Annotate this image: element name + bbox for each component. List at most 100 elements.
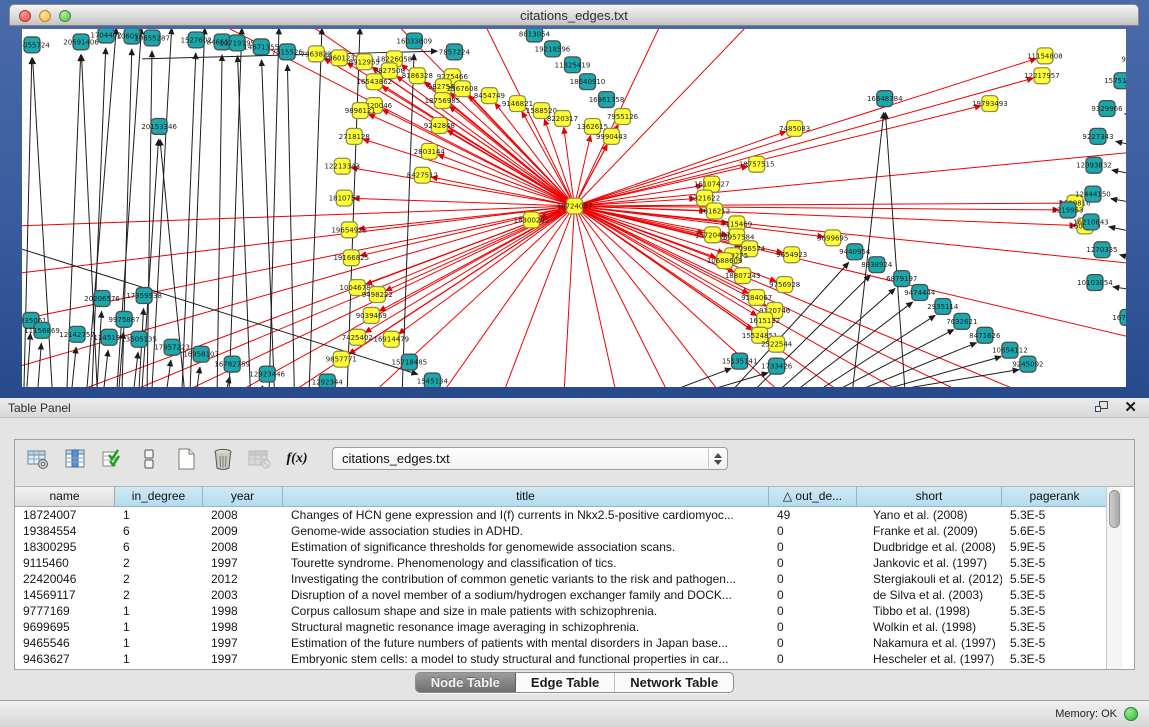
svg-text:9329966: 9329966 [1091,105,1122,113]
column-header-in_degree[interactable]: in_degree [115,487,203,507]
svg-text:1270335: 1270335 [1086,246,1117,254]
svg-text:1545134: 1545134 [417,378,449,386]
svg-text:1321622: 1321622 [689,195,720,203]
cell-in_degree: 1 [115,619,203,635]
svg-text:12923446: 12923446 [249,371,285,379]
network-window[interactable]: citations_edges.txt 88601238912955182260… [9,4,1139,394]
cell-year: 2009 [203,523,283,539]
table-row[interactable]: 946554611997Estimation of the future num… [15,635,1134,651]
svg-text:10654112: 10654112 [992,347,1028,355]
new-table-icon[interactable] [172,445,200,473]
table-row[interactable]: 2242004622012Investigating the contribut… [15,571,1134,587]
cell-name: 9115460 [15,555,115,571]
svg-text:1615132: 1615132 [749,317,780,325]
svg-text:19166825: 19166825 [333,254,369,262]
table-row[interactable]: 969969511998Structural magnetic resonanc… [15,619,1134,635]
column-header-short[interactable]: short [857,487,1002,507]
table-row[interactable]: 911546021997Tourette syndrome. Phenomeno… [15,555,1134,571]
svg-text:16914479: 16914479 [374,336,410,344]
column-header-year[interactable]: year [203,487,283,507]
cell-out_de: 0 [769,635,857,651]
column-header-pagerank[interactable]: pagerank [1002,487,1108,507]
minimize-button[interactable] [39,10,51,22]
rows-icon[interactable] [135,445,163,473]
combo-arrows-icon [708,449,726,468]
svg-text:12217957: 12217957 [1024,72,1060,80]
column-header-title[interactable]: title [283,487,769,507]
network-window-titlebar[interactable]: citations_edges.txt [9,4,1139,26]
svg-text:9990443: 9990443 [596,133,627,141]
close-button[interactable] [19,10,31,22]
table-row[interactable]: 1938455462009Genome-wide association stu… [15,523,1134,539]
cell-pagerank: 5.3E-5 [1002,619,1108,635]
cell-name: 9465546 [15,635,115,651]
svg-text:7963822: 7963822 [301,50,332,58]
svg-text:18724007: 18724007 [557,203,593,211]
node-table: namein_degreeyeartitle△ out_de...shortpa… [15,486,1134,669]
scrollbar-thumb[interactable] [1109,490,1120,528]
svg-text:9039469: 9039469 [356,312,387,320]
svg-text:9896121: 9896121 [345,107,376,115]
tab-edge-table[interactable]: Edge Table [515,673,614,692]
svg-text:15718485: 15718485 [392,359,428,367]
cell-in_degree: 1 [115,507,203,523]
cell-title: Corpus callosum shape and size in male p… [283,603,769,619]
cell-in_degree: 2 [115,571,203,587]
table-row[interactable]: 1872400712008Changes of HCN gene express… [15,507,1134,523]
svg-text:9242848: 9242848 [424,122,455,130]
network-view[interactable]: 8860123891295518226058982750881863281654… [22,29,1126,387]
table-settings-icon[interactable] [24,445,52,473]
cell-out_de: 0 [769,571,857,587]
svg-text:19218596: 19218596 [535,45,571,53]
cell-name: 9699695 [15,619,115,635]
tab-network-table[interactable]: Network Table [614,673,733,692]
select-all-icon[interactable] [98,445,126,473]
cell-out_de: 0 [769,587,857,603]
cell-in_degree: 2 [115,587,203,603]
close-panel-icon[interactable]: ✕ [1124,400,1137,415]
column-settings-icon[interactable] [61,445,89,473]
cell-year: 1997 [203,651,283,667]
cell-short: Franke et al. (2009) [857,523,1002,539]
function-builder-icon[interactable]: f(x) [283,445,311,473]
table-row[interactable]: 946362711997Embryonic stem cells: a mode… [15,651,1134,667]
svg-text:8471626: 8471626 [969,332,1000,340]
table-row[interactable]: 977716911998Corpus callosum shape and si… [15,603,1134,619]
network-table-select[interactable]: citations_edges.txt [332,447,728,470]
network-graph[interactable]: 8860123891295518226058982750881863281654… [22,29,1126,387]
table-vertical-scrollbar[interactable] [1106,487,1122,669]
cell-title: Changes of HCN gene expression and I(f) … [283,507,769,523]
cell-name: 22420046 [15,571,115,587]
column-header-out_de[interactable]: △ out_de... [769,487,857,507]
cell-title: Investigating the contribution of common… [283,571,769,587]
memory-status-icon[interactable] [1124,707,1138,721]
zoom-button[interactable] [59,10,71,22]
svg-text:9756928: 9756928 [769,281,800,289]
svg-text:15720407: 15720407 [695,231,731,239]
svg-text:18756985: 18756985 [425,97,461,105]
svg-text:18640910: 18640910 [570,78,606,86]
cell-year: 1997 [203,635,283,651]
tab-node-table[interactable]: Node Table [416,673,515,692]
svg-text:9857771: 9857771 [326,356,357,364]
svg-text:2718128: 2718128 [339,133,370,141]
import-table-disabled-icon[interactable] [246,445,274,473]
svg-text:2935114: 2935114 [927,303,959,311]
svg-text:2522544: 2522544 [761,341,793,349]
table-row[interactable]: 1456911722003Disruption of a novel membe… [15,587,1134,603]
cell-short: de Silva et al. (2003) [857,587,1002,603]
cell-pagerank: 5.9E-5 [1002,539,1108,555]
svg-text:9699695: 9699695 [817,234,848,242]
table-row[interactable]: 1830029562008Estimation of significance … [15,539,1134,555]
column-header-name[interactable]: name [15,487,115,507]
cell-pagerank: 5.3E-5 [1002,603,1108,619]
cell-pagerank: 5.3E-5 [1002,507,1108,523]
svg-text:12444150: 12444150 [1075,191,1111,199]
svg-text:10688609: 10688609 [707,257,743,265]
cell-pagerank: 5.3E-5 [1002,555,1108,571]
float-panel-icon[interactable] [1095,401,1110,414]
cell-year: 1997 [203,555,283,571]
cell-title: Disruption of a novel member of a sodium… [283,587,769,603]
delete-table-icon[interactable] [209,445,237,473]
svg-text:9245092: 9245092 [1012,361,1043,369]
